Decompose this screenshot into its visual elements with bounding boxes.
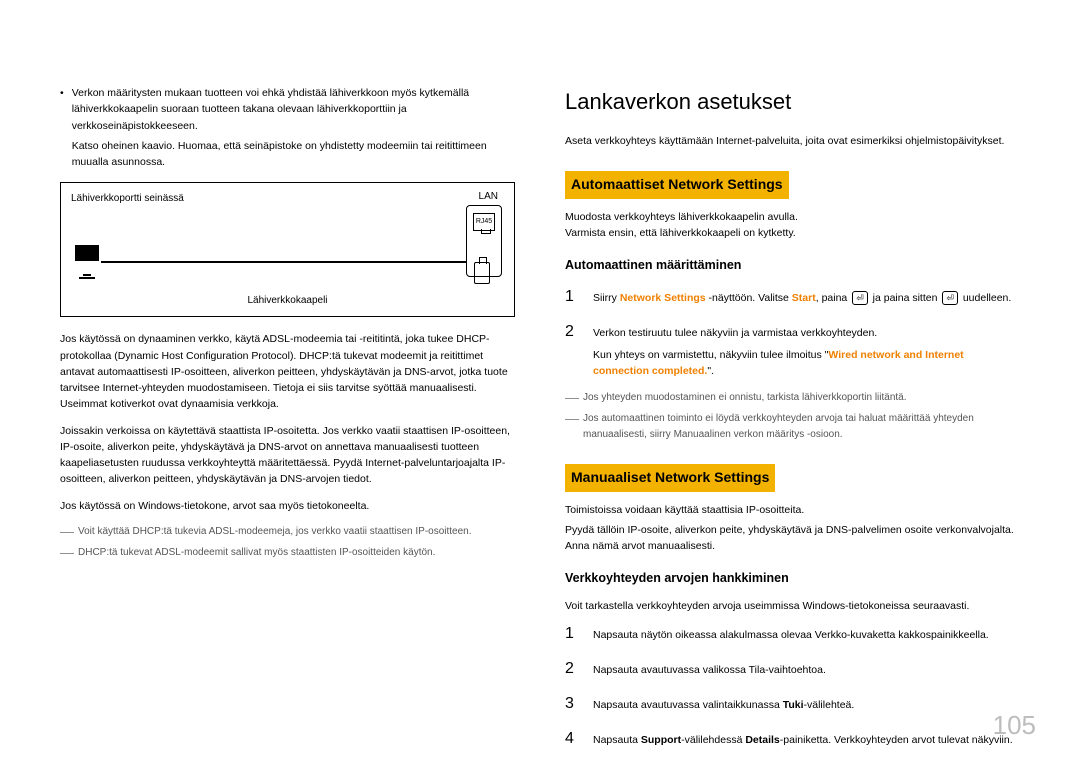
note-text: Jos automaattinen toiminto ei löydä verk… [583,411,1020,442]
numbered-step: 4 Napsauta Support-välilehdessä Details-… [565,727,1020,752]
note-item: ― Voit käyttää DHCP:tä tukevia ADSL-mode… [60,524,515,540]
step-body: Verkon testiruutu tulee näkyviin ja varm… [593,325,1020,380]
section-heading-manual: Manuaaliset Network Settings [565,464,775,492]
section-heading-auto: Automaattiset Network Settings [565,171,789,199]
note-text: Jos yhteyden muodostaminen ei onnistu, t… [583,390,907,406]
cable-label: Lähiverkkokaapeli [247,293,327,309]
wall-port-label: Lähiverkkoportti seinässä [71,191,504,207]
dash-icon: ― [60,545,72,561]
step-number: 1 [565,285,579,310]
paragraph: Joissakin verkoissa on käytettävä staatt… [60,423,515,488]
paragraph: Toimistoissa voidaan käyttää staattisia … [565,502,1020,518]
step-number: 4 [565,727,579,752]
ui-term: Details [745,734,779,746]
page-title: Lankaverkon asetukset [565,85,1020,119]
note-item: ― Jos automaattinen toiminto ei löydä ve… [565,411,1020,442]
lan-label: LAN [479,189,498,205]
dash-icon: ― [565,411,577,442]
bullet-text: Verkon määritysten mukaan tuotteen voi e… [72,85,515,134]
intro-text: Aseta verkkoyhteys käyttämään Internet-p… [565,133,1020,149]
step-number: 2 [565,657,579,682]
ui-term: Tuki [783,699,804,711]
bullet-dot: • [60,85,64,170]
note-item: ― Jos yhteyden muodostaminen ei onnistu,… [565,390,1020,406]
paragraph: Varmista ensin, että lähiverkkokaapeli o… [565,225,1020,241]
ui-term: Start [792,292,816,304]
wall-port-icon [75,245,109,271]
right-column: Lankaverkon asetukset Aseta verkkoyhteys… [565,85,1020,761]
network-diagram: LAN Lähiverkkoportti seinässä RJ45 Lähiv… [60,182,515,317]
left-column: • Verkon määritysten mukaan tuotteen voi… [60,85,515,761]
note-item: ― DHCP:tä tukevat ADSL-modeemit sallivat… [60,545,515,561]
step-body: Napsauta näytön oikeassa alakulmassa ole… [593,627,1020,643]
dash-icon: ― [60,524,72,540]
enter-key-icon: ⏎ [852,291,868,305]
bullet-subtext: Katso oheinen kaavio. Huomaa, että seinä… [72,138,515,171]
note-text: DHCP:tä tukevat ADSL-modeemit sallivat m… [78,545,435,561]
numbered-step: 1 Siirry Network Settings -näyttöön. Val… [565,285,1020,310]
paragraph: Voit tarkastella verkkoyhteyden arvoja u… [565,598,1020,614]
note-text: Voit käyttää DHCP:tä tukevia ADSL-modeem… [78,524,472,540]
step-body: Napsauta avautuvassa valikossa Tila-vaih… [593,662,1020,678]
paragraph: Pyydä tällöin IP-osoite, aliverkon peite… [565,522,1020,555]
paragraph: Jos käytössä on dynaaminen verkko, käytä… [60,331,515,412]
enter-key-icon: ⏎ [942,291,958,305]
ui-term: Support [641,734,681,746]
ui-term: Network Settings [620,292,706,304]
paragraph: Muodosta verkkoyhteys lähiverkkokaapelin… [565,209,1020,225]
step-body: Napsauta Support-välilehdessä Details-pa… [593,732,1020,748]
rj45-port: RJ45 [473,213,495,231]
numbered-step: 1 Napsauta näytön oikeassa alakulmassa o… [565,622,1020,647]
numbered-step: 2 Napsauta avautuvassa valikossa Tila-va… [565,657,1020,682]
numbered-step: 2 Verkon testiruutu tulee näkyviin ja va… [565,320,1020,380]
step-number: 1 [565,622,579,647]
subheading: Verkkoyhteyden arvojen hankkiminen [565,569,1020,588]
numbered-step: 3 Napsauta avautuvassa valintaikkunassa … [565,692,1020,717]
step-number: 2 [565,320,579,345]
page-number: 105 [993,705,1036,745]
subheading: Automaattinen määrittäminen [565,256,1020,275]
step-body: Siirry Network Settings -näyttöön. Valit… [593,290,1020,306]
cable-plug-icon [474,262,490,284]
paragraph: Jos käytössä on Windows-tietokone, arvot… [60,498,515,514]
step-number: 3 [565,692,579,717]
bullet-item: • Verkon määritysten mukaan tuotteen voi… [60,85,515,170]
dash-icon: ― [565,390,577,406]
cable-line [101,261,466,263]
step-body: Napsauta avautuvassa valintaikkunassa Tu… [593,697,1020,713]
